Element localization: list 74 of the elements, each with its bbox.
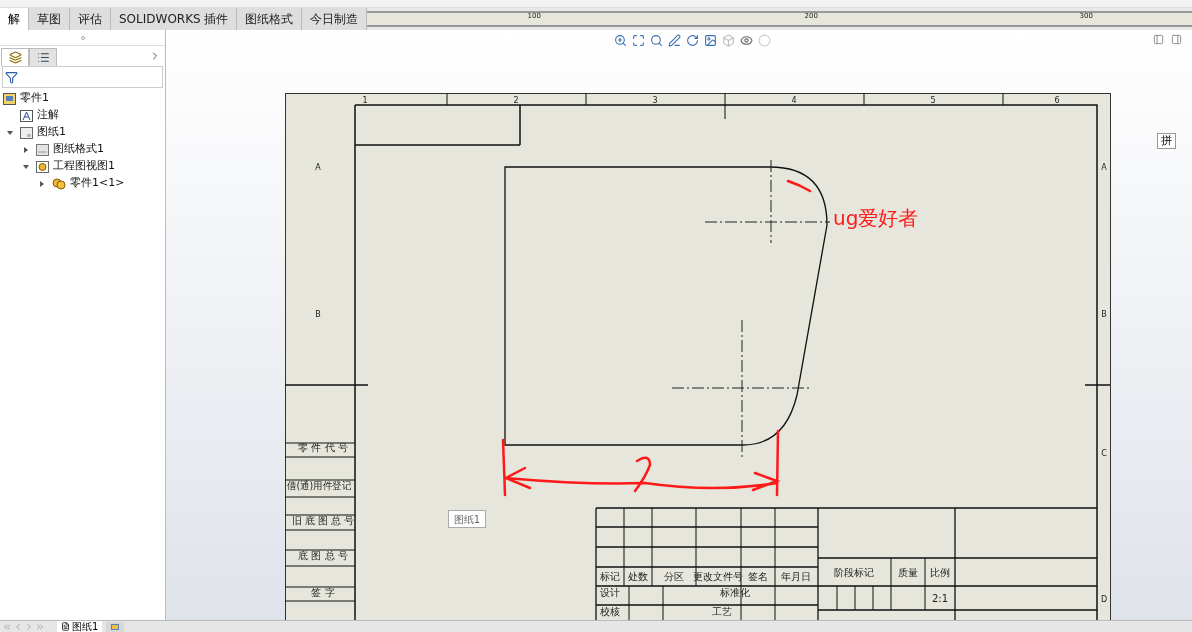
- scale-value: 2:1: [931, 593, 949, 604]
- ribbon-tab[interactable]: 评估: [70, 8, 111, 30]
- zone-column-label: 3: [652, 96, 658, 105]
- side-table-label: 底 图 总 号: [298, 550, 348, 561]
- sheet-name-label: 图纸1: [448, 510, 486, 528]
- tree-item[interactable]: 注解: [37, 107, 59, 124]
- zone-row-label: B: [1101, 310, 1107, 319]
- ribbon-tab[interactable]: SOLIDWORKS 插件: [111, 8, 238, 30]
- title-block-label: 阶段标记: [834, 567, 874, 578]
- annotation-icon: [20, 109, 33, 122]
- tree-view-icon: [8, 51, 22, 64]
- zone-column-label: 1: [362, 96, 368, 105]
- tree-item[interactable]: 零件1<1>: [70, 175, 125, 192]
- component-icon: [52, 177, 66, 190]
- sheet-icon: [20, 126, 33, 139]
- title-block-label: 设计: [600, 587, 620, 598]
- title-block-label: 工艺: [712, 606, 732, 617]
- sheet-tab[interactable]: 图纸1: [57, 620, 103, 632]
- title-block-label: 标记: [600, 571, 620, 582]
- title-block-label: 比例: [930, 567, 950, 578]
- panel-right-icon[interactable]: [1171, 34, 1182, 45]
- add-sheet-icon[interactable]: [106, 621, 125, 632]
- list-icon: [36, 51, 50, 64]
- zone-column-label: 6: [1054, 96, 1060, 105]
- panel-left-icon[interactable]: [1153, 34, 1164, 45]
- zoom-fit-icon[interactable]: [632, 33, 645, 47]
- panel-tab[interactable]: [29, 48, 57, 66]
- filter-field[interactable]: [2, 66, 163, 88]
- tree-item[interactable]: 工程图视图1: [53, 158, 115, 175]
- title-block-label: 分区: [664, 571, 684, 582]
- zone-row-label: A: [1101, 163, 1107, 172]
- title-block-label: 处数: [628, 571, 648, 582]
- sheet-format-icon: [36, 143, 49, 156]
- markup-text: ug爱好者: [833, 206, 919, 230]
- expand-arrow-icon[interactable]: [39, 180, 45, 187]
- title-block-label: 签名: [748, 571, 768, 582]
- side-table-label: 签 字: [311, 587, 335, 598]
- title-block-label: 质量: [898, 567, 918, 578]
- zone-row-label: D: [1100, 595, 1108, 604]
- side-table-label: 借(通)用件登记: [287, 480, 355, 491]
- zone-row-label: A: [315, 163, 321, 172]
- title-block-label: 标准化: [720, 587, 750, 598]
- tree-item[interactable]: 零件1: [20, 90, 49, 107]
- ribbon-tab[interactable]: 今日制造: [302, 8, 368, 30]
- pencil-icon[interactable]: [668, 33, 681, 47]
- tree-item[interactable]: 图纸1: [37, 124, 66, 141]
- tree-item[interactable]: 图纸格式1: [53, 141, 104, 158]
- zoom-icon[interactable]: [614, 33, 627, 47]
- side-badge[interactable]: 拼: [1157, 133, 1176, 149]
- collapse-arrow-icon[interactable]: [23, 163, 29, 170]
- side-table-label: 零 件 代 号: [298, 442, 348, 453]
- search-icon[interactable]: [650, 33, 663, 47]
- title-block-label: 校核: [600, 606, 620, 617]
- drawing-view-icon: [36, 160, 49, 173]
- panel-tab[interactable]: [1, 48, 29, 66]
- ribbon-tab[interactable]: 图纸格式: [237, 8, 303, 30]
- filter-icon[interactable]: [5, 70, 18, 84]
- eye-icon[interactable]: [740, 33, 753, 47]
- title-block-label: 年月日: [781, 571, 811, 582]
- side-table-label: 旧 底 图 总 号: [291, 515, 355, 526]
- zone-row-label: B: [315, 310, 321, 319]
- ribbon-tab[interactable]: 草图: [29, 8, 70, 30]
- zone-column-label: 2: [513, 96, 519, 105]
- zone-column-label: 5: [930, 96, 936, 105]
- rotate-icon[interactable]: [686, 33, 699, 47]
- part-icon: [3, 92, 16, 105]
- collapse-arrow-icon[interactable]: [7, 129, 13, 136]
- zone-row-label: C: [1101, 449, 1107, 458]
- expand-arrow-icon[interactable]: [23, 146, 29, 153]
- image-icon[interactable]: [704, 33, 717, 47]
- title-block-label: 更改文件号: [693, 571, 743, 582]
- document-icon: [61, 622, 70, 631]
- zone-column-label: 4: [791, 96, 797, 105]
- ribbon-tab[interactable]: 解: [0, 8, 29, 30]
